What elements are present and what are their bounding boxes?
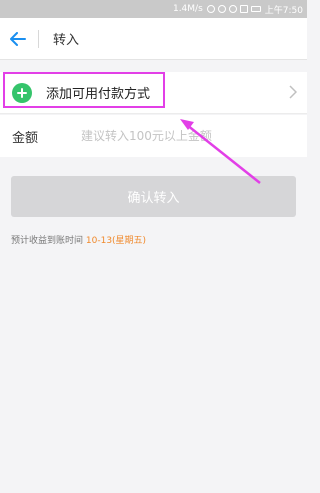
annotation-arrow	[180, 119, 261, 184]
